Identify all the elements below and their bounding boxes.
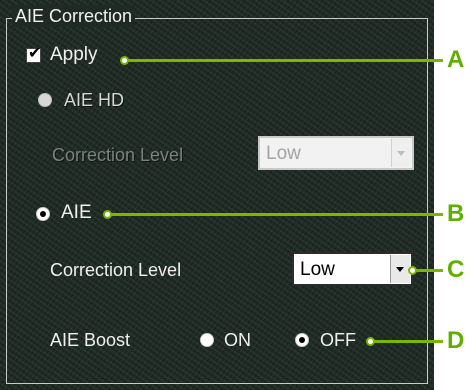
aie-hd-label[interactable]: AIE HD (64, 89, 124, 111)
aie-label[interactable]: AIE (61, 202, 92, 224)
apply-label[interactable]: Apply (50, 44, 98, 66)
radio-selected-dot (299, 337, 305, 343)
callout-d-dot (366, 337, 375, 346)
aie-boost-off-radio[interactable] (295, 333, 309, 347)
dropdown-button[interactable] (391, 139, 411, 167)
callout-b-dot (103, 210, 112, 219)
callout-a-line (125, 59, 443, 62)
aie-boost-off-label[interactable]: OFF (320, 329, 356, 351)
callout-a-dot (120, 56, 129, 65)
aie-boost-on-radio[interactable] (200, 333, 214, 347)
apply-checkbox[interactable]: ✔ (26, 45, 41, 63)
aie-radio[interactable] (36, 207, 50, 221)
dropdown-button[interactable] (390, 255, 410, 283)
callout-b: B (447, 200, 465, 227)
callout-d: D (447, 327, 465, 354)
aie-correction-level-label: Correction Level (50, 260, 182, 280)
aie-boost-label: AIE Boost (50, 330, 131, 350)
chevron-down-icon (396, 267, 404, 272)
aie-correction-level-value: Low (300, 259, 335, 280)
aie-hd-correction-level-label: Correction Level (52, 145, 184, 165)
chevron-down-icon (397, 151, 405, 156)
group-title: AIE Correction (12, 5, 136, 27)
radio-selected-dot (40, 211, 46, 217)
aie-hd-radio[interactable] (38, 93, 52, 107)
aie-hd-correction-level-select[interactable]: Low (258, 136, 414, 170)
callout-c-line (413, 269, 443, 272)
callout-b-line (108, 213, 443, 216)
callout-c-dot (408, 266, 417, 275)
aie-hd-correction-level-value: Low (266, 143, 301, 164)
callout-d-line (371, 340, 443, 343)
callout-a: A (447, 46, 465, 73)
aie-boost-on-label[interactable]: ON (224, 329, 251, 351)
aie-correction-level-select[interactable]: Low (292, 252, 413, 286)
callout-c: C (447, 256, 465, 283)
check-icon: ✔ (28, 45, 42, 62)
